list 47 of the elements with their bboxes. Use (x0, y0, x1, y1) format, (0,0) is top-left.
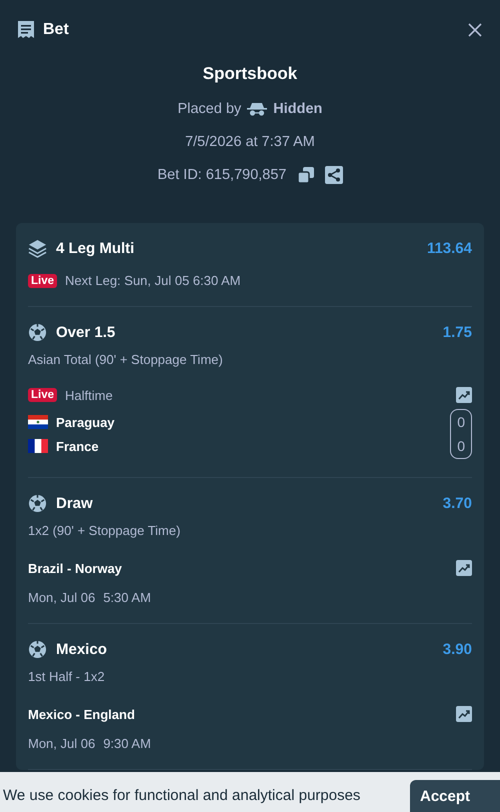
soccer-ball-icon (28, 640, 47, 659)
layers-icon (28, 239, 47, 258)
stats-button[interactable] (456, 560, 472, 576)
selection-name: Mexico (56, 641, 107, 658)
leg-odds: 3.90 (442, 641, 472, 658)
match-date: Mon, Jul 06 (28, 736, 96, 751)
provider-name: Sportsbook (202, 64, 298, 85)
soccer-ball-icon (28, 323, 47, 342)
placed-by-label: Placed by (178, 101, 242, 117)
leg-odds: 3.70 (442, 495, 472, 512)
flag-icon (28, 439, 48, 453)
selection-name: Draw (56, 495, 93, 512)
copy-button[interactable] (296, 166, 314, 184)
soccer-ball-icon (28, 494, 47, 513)
live-badge: Live (28, 388, 58, 402)
bet-id: Bet ID: 615,790,857 (158, 167, 286, 183)
match-name: Mexico - England (28, 706, 135, 722)
close-button[interactable] (467, 22, 483, 38)
match-name: Brazil - Norway (28, 560, 122, 576)
dialog-title: Bet (43, 21, 69, 39)
match-status: Halftime (65, 388, 113, 402)
market-name: 1x2 (90' + Stoppage Time) (28, 523, 182, 538)
next-leg-time: Next Leg: Sun, Jul 05 6:30 AM (65, 273, 241, 288)
leg-odds: 1.75 (442, 324, 472, 341)
match-time: 9:30 AM (103, 736, 151, 751)
match-time: 5:30 AM (103, 590, 151, 605)
bet-type: 4 Leg Multi (56, 240, 134, 257)
team-score: 0 (457, 414, 465, 430)
share-button[interactable] (324, 166, 342, 184)
team-score: 0 (457, 438, 465, 454)
market-name: 1st Half - 1x2 (28, 669, 106, 684)
receipt-icon (17, 20, 35, 40)
incognito-icon (247, 102, 268, 116)
flag-icon (28, 415, 48, 429)
placed-date: 7/5/2026 at 7:37 AM (185, 133, 315, 152)
live-badge: Live (28, 274, 58, 288)
stats-button[interactable] (456, 387, 472, 403)
user-name: Hidden (273, 101, 322, 117)
stats-button[interactable] (456, 706, 472, 722)
total-odds: 113.64 (426, 240, 472, 257)
accept-button[interactable]: Accept (410, 780, 500, 812)
selection-name: Over 1.5 (56, 324, 116, 341)
team-name: France (56, 438, 99, 454)
team-name: Paraguay (56, 414, 115, 430)
market-name: Asian Total (90' + Stoppage Time) (28, 352, 224, 367)
cookie-message: We use cookies for functional and analytical purposes (3, 787, 360, 804)
match-date: Mon, Jul 06 (28, 590, 96, 605)
